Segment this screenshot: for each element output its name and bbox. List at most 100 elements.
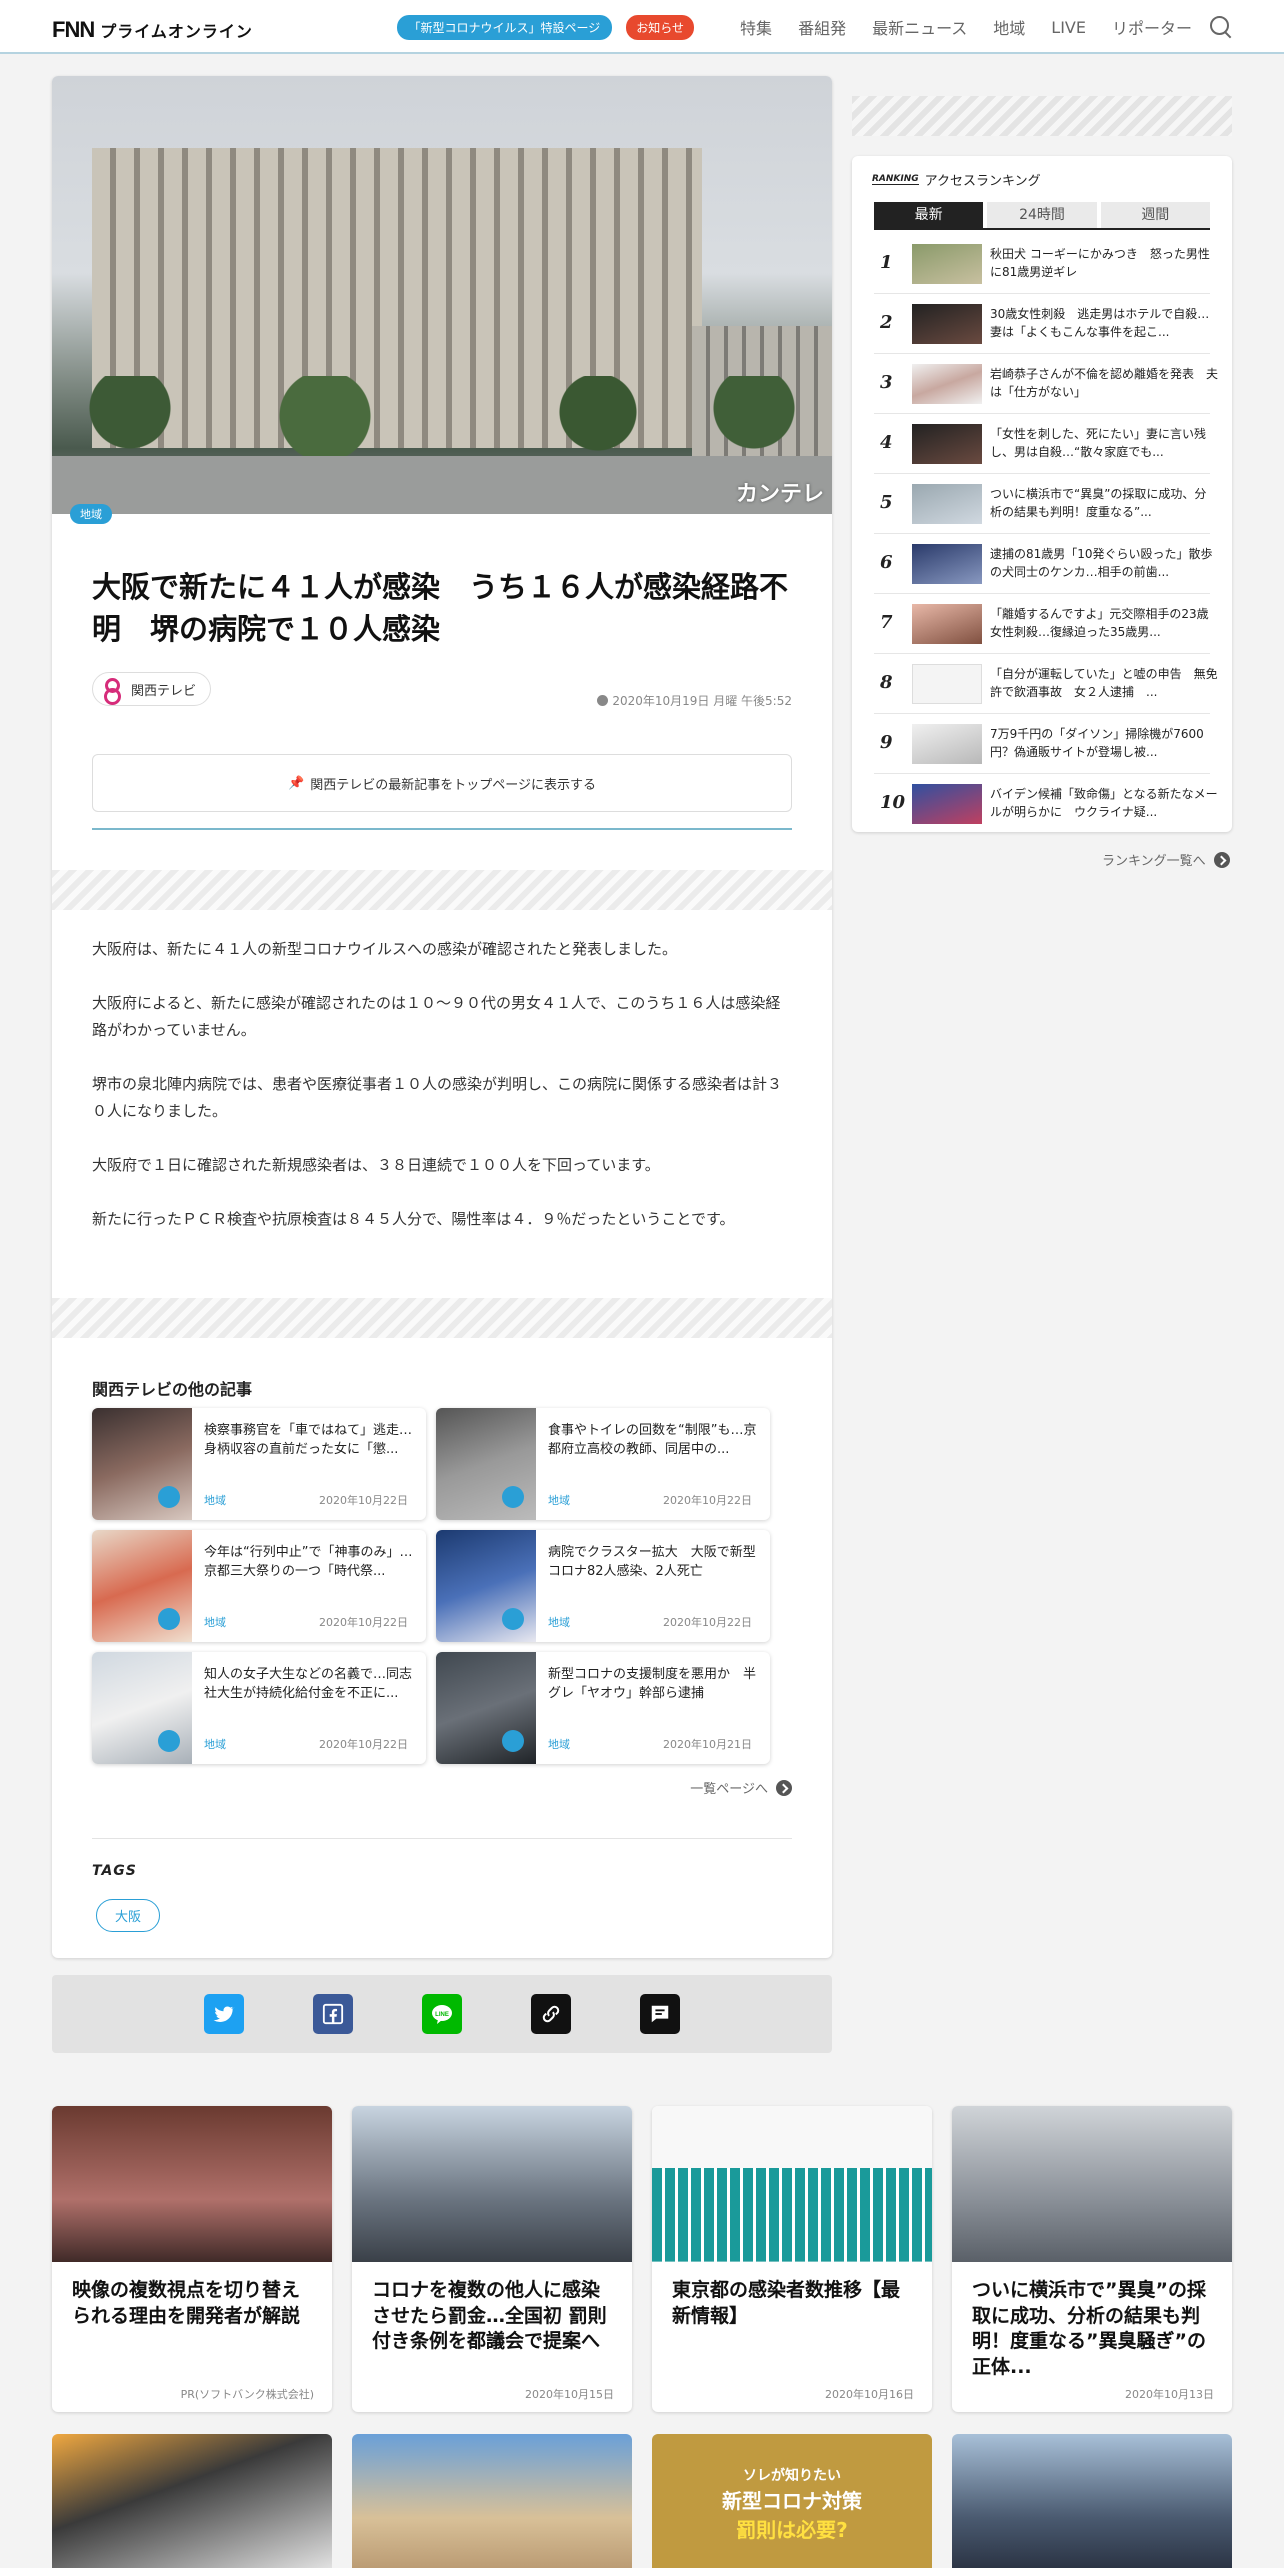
recommended-title: 東京都の感染者数推移【最新情報】 xyxy=(672,2279,901,2327)
site-logo[interactable]: FNN プライムオンライン xyxy=(52,17,253,43)
ranking-item[interactable]: 8 「自分が運転していた」と嘘の申告 無免許で飲酒事故 女２人逮捕 ... xyxy=(852,654,1232,714)
tab-weekly[interactable]: 週間 xyxy=(1100,202,1210,228)
article-date: 2020年10月19日 月曜 午後5:52 xyxy=(597,692,792,709)
nav-item-programs[interactable]: 番組発 xyxy=(798,15,846,39)
category-badge[interactable]: 地域 xyxy=(70,504,112,524)
card-title: 食事やトイレの回数を“制限”も…京都府立高校の教師、同居中の... xyxy=(548,1423,757,1457)
card-title: 新型コロナの支援制度を悪用か 半グレ「ヤオウ」幹部ら逮捕 xyxy=(548,1667,757,1701)
recommended-card[interactable]: 映像の複数視点を切り替えられる理由を開発者が解説 PR(ソフトバンク株式会社) xyxy=(52,2106,332,2412)
twitter-share-button[interactable] xyxy=(204,1994,244,2034)
source-chip[interactable]: 関西テレビ xyxy=(92,672,212,706)
arrow-right-icon xyxy=(1213,851,1230,868)
tag-pill-osaka[interactable]: 大阪 xyxy=(96,1899,161,1932)
ranking-more-link[interactable]: ランキング一覧へ xyxy=(1102,850,1230,869)
recommended-title: ついに横浜市で”異臭”の採取に成功、分析の結果も判明！度重なる”異臭騒ぎ”の正体… xyxy=(972,2279,1206,2378)
recommended-thumbnail-row2[interactable] xyxy=(952,2434,1232,2568)
other-articles-more-link[interactable]: 一覧ページへ xyxy=(690,1778,792,1797)
access-ranking: RANKING アクセスランキング 最新 24時間 週間 1 秋田犬 コーギーに… xyxy=(852,156,1232,832)
article-body: 大阪府は、新たに４１人の新型コロナウイルスへの感染が確認されたと発表しました。 … xyxy=(92,936,792,1260)
global-nav: 「新型コロナウイルス」特設ページ お知らせ 特集 番組発 最新ニュース 地域 L… xyxy=(396,0,1232,54)
body-paragraph: 新たに行ったＰＣＲ検査や抗原検査は８４５人分で、陽性率は４．９％だったということ… xyxy=(92,1210,735,1228)
card-title: 知人の女子大生などの名義で…同志社大生が持続化給付金を不正に... xyxy=(204,1667,413,1701)
facebook-icon xyxy=(322,2003,344,2025)
nav-item-features[interactable]: 特集 xyxy=(740,15,772,39)
nav-item-live[interactable]: LIVE xyxy=(1051,18,1086,37)
ranking-item[interactable]: 5 ついに横浜市で“異臭”の採取に成功、分析の結果も判明！度重なる”... xyxy=(852,474,1232,534)
card-date: 2020年10月22日 xyxy=(663,1616,752,1629)
twitter-icon xyxy=(213,2006,235,2022)
nav-item-latest[interactable]: 最新ニュース xyxy=(872,15,967,39)
card-tag: 地域 xyxy=(548,1494,570,1507)
divider-line xyxy=(92,828,792,830)
video-icon xyxy=(502,1486,524,1508)
article-title: 大阪で新たに４１人が感染 うち１６人が感染経路不明 堺の病院で１０人感染 xyxy=(92,570,789,647)
other-articles-heading: 関西テレビの他の記事 xyxy=(92,1380,253,1399)
card-date: 2020年10月22日 xyxy=(319,1738,408,1751)
video-icon xyxy=(158,1608,180,1630)
section-divider xyxy=(92,1838,792,1839)
recommended-date: 2020年10月13日 xyxy=(1125,2388,1214,2401)
recommended-thumbnail-row2[interactable] xyxy=(352,2434,632,2568)
rank-thumbnail xyxy=(912,244,982,284)
card-title: 今年は“行列中止”で「神事のみ」…京都三大祭りの一つ「時代祭... xyxy=(204,1545,413,1579)
other-article-card[interactable]: 食事やトイレの回数を“制限”も…京都府立高校の教師、同居中の... 地域 202… xyxy=(436,1408,770,1520)
sidebar-ad-placeholder xyxy=(852,96,1232,136)
notice-link[interactable]: お知らせ xyxy=(626,14,695,40)
other-article-card[interactable]: 今年は“行列中止”で「神事のみ」…京都三大祭りの一つ「時代祭... 地域 202… xyxy=(92,1530,426,1642)
body-paragraph: 大阪府は、新たに４１人の新型コロナウイルスへの感染が確認されたと発表しました。 xyxy=(92,940,678,958)
video-icon xyxy=(158,1730,180,1752)
pin-to-top-button[interactable]: 📌 関西テレビの最新記事をトップページに表示する xyxy=(92,754,792,812)
video-icon xyxy=(502,1608,524,1630)
tags-heading: TAGS xyxy=(92,1863,137,1879)
other-article-card[interactable]: 病院でクラスター拡大 大阪で新型コロナ82人感染、2人死亡 地域 2020年10… xyxy=(436,1530,770,1642)
line-share-button[interactable]: LINE xyxy=(422,1994,462,2034)
video-icon xyxy=(158,1486,180,1508)
ranking-item[interactable]: 4 「女性を刺した、死にたい」妻に言い残し、男は自殺…“散々家庭でも... xyxy=(852,414,1232,474)
rank-title: 岩崎恭子さんが不倫を認め離婚を発表 夫は「仕方がない」 xyxy=(990,367,1218,399)
ranking-item[interactable]: 3 岩崎恭子さんが不倫を認め離婚を発表 夫は「仕方がない」 xyxy=(852,354,1232,414)
thumb-banner-top: ソレが知りたい xyxy=(743,2468,841,2484)
ranking-label-ja: アクセスランキング xyxy=(924,174,1041,189)
rank-title: ついに横浜市で“異臭”の採取に成功、分析の結果も判明！度重なる”... xyxy=(990,487,1207,519)
ranking-item[interactable]: 2 30歳女性刺殺 逃走男はホテルで自殺…妻は「よくもこんな事件を起こ... xyxy=(852,294,1232,354)
rank-title: 「離婚するんですよ」元交際相手の23歳女性刺殺…復縁迫った35歳男... xyxy=(990,607,1209,639)
rank-number: 1 xyxy=(880,252,893,273)
recommended-card[interactable]: ついに横浜市で”異臭”の採取に成功、分析の結果も判明！度重なる”異臭騒ぎ”の正体… xyxy=(952,2106,1232,2412)
other-article-card[interactable]: 検察事務官を「車ではねて」逃走…身柄収容の直前だった女に「懲... 地域 202… xyxy=(92,1408,426,1520)
logo-fnn: FNN xyxy=(52,17,95,42)
ranking-item[interactable]: 7 「離婚するんですよ」元交際相手の23歳女性刺殺…復縁迫った35歳男... xyxy=(852,594,1232,654)
ranking-item[interactable]: 6 逮捕の81歳男「10発ぐらい殴った」散歩の犬同士のケンカ…相手の前歯... xyxy=(852,534,1232,594)
corona-special-link[interactable]: 「新型コロナウイルス」特設ページ xyxy=(396,14,613,40)
recommended-thumbnail xyxy=(952,2106,1232,2262)
rank-title: 「女性を刺した、死にたい」妻に言い残し、男は自殺…“散々家庭でも... xyxy=(990,427,1207,459)
tab-latest[interactable]: 最新 xyxy=(874,202,984,228)
kantele-watermark: カンテレ xyxy=(735,482,824,507)
rank-number: 7 xyxy=(880,612,893,633)
ad-placeholder-bottom xyxy=(52,1298,832,1338)
nav-item-region[interactable]: 地域 xyxy=(993,15,1025,39)
recommended-card[interactable]: コロナを複数の他人に感染させたら罰金…全国初 罰則付き条例を都議会で提案へ 20… xyxy=(352,2106,632,2412)
comment-button[interactable] xyxy=(640,1994,680,2034)
ranking-item[interactable]: 1 秋田犬 コーギーにかみつき 怒った男性に81歳男逆ギレ xyxy=(852,234,1232,294)
thumb-banner-bot: 罰則は必要? xyxy=(736,2518,848,2542)
recommended-thumbnail-row2[interactable]: ソレが知りたい 新型コロナ対策 罰則は必要? xyxy=(652,2434,932,2568)
rank-thumbnail xyxy=(912,304,982,344)
ranking-item[interactable]: 10 バイデン候補「致命傷」となる新たなメールが明らかに ウクライナ疑... xyxy=(852,774,1232,832)
other-article-card[interactable]: 知人の女子大生などの名義で…同志社大生が持続化給付金を不正に... 地域 202… xyxy=(92,1652,426,1764)
recommended-date: 2020年10月16日 xyxy=(825,2388,914,2401)
search-icon[interactable] xyxy=(1210,16,1232,38)
hero-trees xyxy=(52,376,832,456)
card-tag: 地域 xyxy=(548,1738,570,1751)
nav-item-reporter[interactable]: リポーター xyxy=(1112,15,1192,39)
facebook-share-button[interactable] xyxy=(313,1994,353,2034)
rank-number: 8 xyxy=(880,672,893,693)
recommended-card[interactable]: 東京都の感染者数推移【最新情報】 2020年10月16日 xyxy=(652,2106,932,2412)
ranking-item[interactable]: 9 7万9千円の「ダイソン」掃除機が7600円？偽通販サイトが登場し被... xyxy=(852,714,1232,774)
other-article-card[interactable]: 新型コロナの支援制度を悪用か 半グレ「ヤオウ」幹部ら逮捕 地域 2020年10月… xyxy=(436,1652,770,1764)
copy-link-button[interactable] xyxy=(531,1994,571,2034)
recommended-thumbnail-row2[interactable] xyxy=(52,2434,332,2568)
tab-24h[interactable]: 24時間 xyxy=(987,202,1097,228)
ranking-more-label: ランキング一覧へ xyxy=(1102,854,1206,869)
rank-title: 逮捕の81歳男「10発ぐらい殴った」散歩の犬同士のケンカ…相手の前歯... xyxy=(990,547,1213,579)
card-title: 病院でクラスター拡大 大阪で新型コロナ82人感染、2人死亡 xyxy=(548,1545,756,1579)
